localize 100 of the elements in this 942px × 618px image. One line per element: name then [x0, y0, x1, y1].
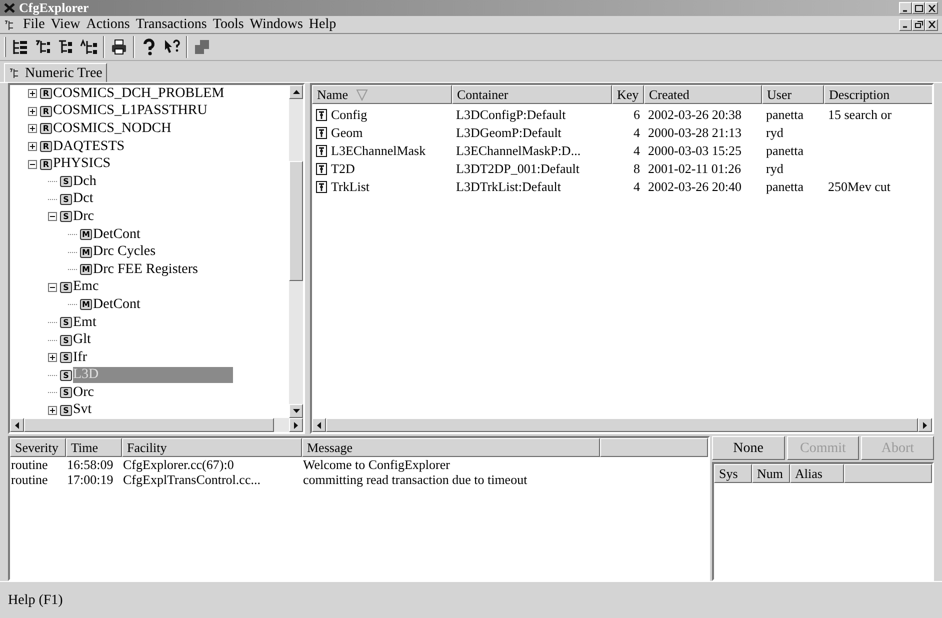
- tree-item[interactable]: Svt: [73, 402, 96, 418]
- maximize-button[interactable]: [912, 2, 925, 14]
- table-cell-text: 2000-03-28 21:13: [648, 124, 742, 142]
- tree-item[interactable]: DetCont: [93, 226, 144, 243]
- column-header[interactable]: Description: [824, 85, 932, 104]
- tree-item[interactable]: COSMICS_NODCH: [53, 120, 176, 137]
- right-arrow-icon: [923, 422, 928, 428]
- horizontal-scrollbar[interactable]: [312, 418, 932, 432]
- document-restore-button[interactable]: [912, 18, 925, 30]
- menu-item[interactable]: Windows: [246, 16, 306, 32]
- menu-item[interactable]: View: [48, 16, 84, 32]
- expand-icon[interactable]: [28, 124, 37, 134]
- windows-icon[interactable]: [193, 38, 211, 56]
- numeric-tree-icon[interactable]: [34, 38, 52, 56]
- tree-item[interactable]: Emc: [73, 279, 103, 296]
- table-cell-text: 2002-03-26 20:38: [648, 106, 742, 124]
- tree-item[interactable]: Drc FEE Registers: [93, 262, 202, 278]
- document-close-button[interactable]: [925, 18, 938, 30]
- collapse-icon[interactable]: [48, 212, 57, 222]
- node-type-tag: S: [60, 194, 72, 205]
- column-header[interactable]: Message: [302, 438, 600, 457]
- node-type-tag: S: [60, 176, 72, 188]
- table-cell-text: panetta: [766, 142, 804, 160]
- left-arrow-icon: [316, 422, 321, 428]
- column-title: Name: [317, 86, 348, 104]
- tab[interactable]: Numeric Tree: [4, 63, 108, 82]
- table-cell-text: ryd: [766, 160, 784, 178]
- node-type-tag: S: [60, 334, 72, 346]
- table-cell-text: 4: [634, 178, 640, 196]
- table-cell-text: panetta: [766, 178, 804, 196]
- tree-item[interactable]: Emt: [73, 314, 100, 331]
- tree-item[interactable]: Orc: [73, 384, 98, 401]
- tree-item[interactable]: DetCont: [93, 296, 144, 313]
- column-header[interactable]: Created: [644, 85, 762, 104]
- right-arrow-icon: [294, 422, 298, 428]
- column-header[interactable]: Facility: [122, 438, 302, 457]
- menu-item[interactable]: Transactions: [132, 16, 210, 32]
- column-header[interactable]: Sys: [714, 464, 752, 483]
- column-title: Description: [829, 86, 890, 104]
- column-header[interactable]: Alias: [790, 464, 844, 483]
- table-cell-text: ryd: [766, 124, 784, 142]
- expand-icon[interactable]: [28, 106, 37, 116]
- column-header[interactable]: Container: [452, 85, 612, 104]
- menu-item[interactable]: Tools: [210, 16, 247, 32]
- app-icon: [4, 3, 15, 13]
- node-type-tag: R: [40, 106, 52, 117]
- column-header[interactable]: Name: [312, 85, 452, 104]
- column-title: Created: [649, 86, 690, 104]
- tree-view-icon[interactable]: [11, 38, 29, 56]
- column-header[interactable]: [844, 464, 932, 483]
- column-header[interactable]: Severity: [10, 438, 66, 457]
- tree-item[interactable]: COSMICS_DCH_PROBLEM: [53, 86, 228, 102]
- expand-icon[interactable]: [48, 406, 57, 415]
- sort-icon: [356, 88, 368, 100]
- node-type-tag: S: [60, 352, 72, 364]
- tree-item[interactable]: DAQTESTS: [53, 138, 129, 155]
- column-header[interactable]: User: [762, 85, 824, 104]
- expand-icon[interactable]: [48, 353, 57, 362]
- restore-icon: [914, 21, 922, 28]
- printer-icon[interactable]: [110, 38, 128, 56]
- column-header[interactable]: [600, 438, 708, 457]
- menu-item[interactable]: Actions: [83, 16, 133, 32]
- column-header[interactable]: Key: [612, 85, 644, 104]
- alpha-tree-icon[interactable]: [57, 38, 75, 56]
- table-cell-text: Config: [331, 106, 368, 124]
- close-icon: [928, 21, 936, 28]
- expand-icon[interactable]: [28, 142, 37, 152]
- pointer-help-icon[interactable]: [163, 38, 181, 56]
- tree-item[interactable]: COSMICS_L1PASSTHRU: [53, 103, 212, 120]
- tree-item[interactable]: Dct: [73, 191, 98, 208]
- node-type-tag: R: [40, 88, 52, 100]
- close-button[interactable]: [925, 2, 938, 14]
- tree-item[interactable]: Drc: [73, 208, 98, 225]
- table-cell-text: L3EChannelMask: [331, 142, 426, 160]
- maximize-icon: [914, 4, 922, 12]
- tree-item[interactable]: PHYSICS: [53, 156, 115, 172]
- node-type-tag: M: [80, 229, 92, 240]
- node-type-tag: M: [80, 299, 92, 310]
- menu-item[interactable]: Help: [306, 16, 340, 32]
- vertical-scrollbar[interactable]: [289, 85, 303, 418]
- transaction-button[interactable]: None: [712, 436, 785, 460]
- document-minimize-button[interactable]: [899, 18, 912, 30]
- sorted-tree-icon[interactable]: [80, 38, 98, 56]
- minimize-button[interactable]: [899, 2, 912, 14]
- collapse-icon[interactable]: [28, 160, 37, 169]
- column-title: Key: [617, 86, 639, 104]
- node-type-tag: S: [60, 370, 72, 381]
- collapse-icon[interactable]: [48, 282, 57, 292]
- log-cell: committing read transaction due to timeout: [303, 472, 528, 487]
- column-header[interactable]: Time: [66, 438, 122, 457]
- tree-item[interactable]: Drc Cycles: [93, 244, 160, 260]
- log-cell: 16:58:09: [67, 456, 114, 472]
- expand-icon[interactable]: [28, 89, 37, 98]
- column-header[interactable]: Num: [752, 464, 790, 483]
- tree-item[interactable]: Glt: [73, 332, 95, 348]
- table-cell-text: T2D: [331, 160, 355, 178]
- tree-item[interactable]: Ifr: [73, 350, 91, 366]
- tree-item[interactable]: Dch: [73, 174, 100, 190]
- horizontal-scrollbar[interactable]: [10, 418, 303, 432]
- menu-item[interactable]: File: [20, 16, 48, 32]
